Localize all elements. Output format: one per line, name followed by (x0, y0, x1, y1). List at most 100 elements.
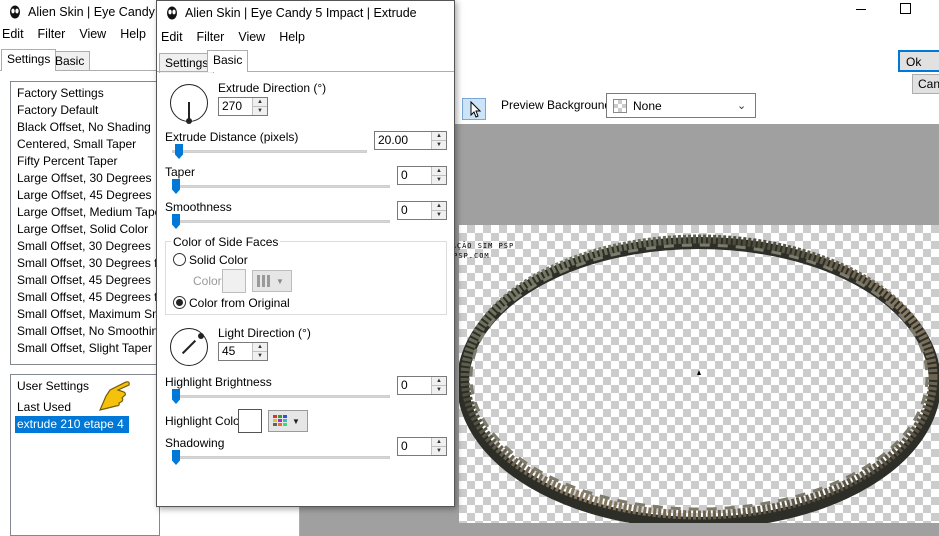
spin-up-icon[interactable]: ▲ (432, 438, 446, 447)
main-title-bar: Alien Skin | Eye Candy 5 I (0, 0, 939, 24)
minimize-button[interactable] (856, 3, 868, 15)
highlight-color-swatch[interactable] (238, 409, 262, 433)
menu-filter[interactable]: Filter (197, 30, 225, 44)
list-item[interactable]: Black Offset, No Shading (11, 119, 159, 136)
spin-up-icon[interactable]: ▲ (253, 343, 267, 352)
menu-help[interactable]: Help (120, 27, 146, 41)
solid-color-radio[interactable] (173, 253, 186, 266)
chevron-down-icon: ⌄ (737, 100, 747, 112)
extrude-direction-input[interactable]: 270 ▲ ▼ (218, 97, 268, 116)
spin-down-icon[interactable]: ▼ (432, 141, 446, 149)
preview-background-label: Preview Background: (501, 98, 615, 112)
list-item[interactable]: Small Offset, Maximum Smoot (11, 306, 159, 323)
taper-label: Taper (165, 165, 196, 179)
shadowing-input[interactable]: 0 ▲ ▼ (397, 437, 447, 456)
list-item-selected[interactable]: extrude 210 etape 4 (15, 416, 129, 433)
extrude-distance-input[interactable]: 20.00 ▲ ▼ (374, 131, 447, 150)
user-settings-list[interactable]: User Settings Last Used extrude 210 etap… (10, 374, 160, 536)
highlight-brightness-value[interactable]: 0 (398, 377, 431, 394)
shadowing-value[interactable]: 0 (398, 438, 431, 455)
highlight-color-palette-button[interactable]: ▼ (268, 410, 308, 432)
preview-background-select[interactable]: None ⌄ (606, 93, 756, 118)
list-item[interactable]: Centered, Small Taper (11, 136, 159, 153)
palette-grid-icon (257, 275, 271, 287)
extrude-distance-value[interactable]: 20.00 (375, 132, 431, 149)
smoothness-slider[interactable] (172, 220, 390, 223)
spin-up-icon[interactable]: ▲ (432, 377, 446, 386)
light-direction-input[interactable]: 45 ▲ ▼ (218, 342, 268, 361)
menu-edit[interactable]: Edit (2, 27, 24, 41)
spin-down-icon[interactable]: ▼ (432, 386, 446, 394)
side-color-swatch[interactable] (222, 269, 246, 293)
menu-filter[interactable]: Filter (38, 27, 66, 41)
list-item[interactable]: Large Offset, 45 Degrees (11, 187, 159, 204)
smoothness-value[interactable]: 0 (398, 202, 431, 219)
cancel-button[interactable]: Canc (912, 74, 939, 94)
list-item[interactable]: Large Offset, Solid Color (11, 221, 159, 238)
list-item[interactable]: Small Offset, No Smoothing (11, 323, 159, 340)
extrude-window-title: Alien Skin | Eye Candy 5 Impact | Extrud… (185, 6, 417, 20)
preview-background-value: None (633, 98, 662, 113)
shadowing-label: Shadowing (165, 436, 225, 450)
pointing-hand-icon (96, 372, 132, 417)
spin-down-icon[interactable]: ▼ (253, 352, 267, 360)
spin-down-icon[interactable]: ▼ (432, 176, 446, 184)
list-item[interactable]: Large Offset, Medium Taper, (11, 204, 159, 221)
list-item[interactable]: Small Offset, 30 Degrees (11, 238, 159, 255)
light-direction-label: Light Direction (°) (218, 326, 311, 340)
list-item[interactable]: Small Offset, 45 Degrees (11, 272, 159, 289)
spin-down-icon[interactable]: ▼ (253, 107, 267, 115)
light-direction-value[interactable]: 45 (219, 343, 252, 360)
highlight-brightness-input[interactable]: 0 ▲ ▼ (397, 376, 447, 395)
main-menu-bar: Edit Filter View Help (2, 27, 160, 41)
list-item[interactable]: Fifty Percent Taper (11, 153, 159, 170)
light-direction-dial[interactable] (170, 328, 208, 366)
factory-settings-header: Factory Settings (17, 86, 104, 100)
extrude-direction-label: Extrude Direction (°) (218, 81, 327, 95)
list-item[interactable]: Small Offset, 30 Degrees from (11, 255, 159, 272)
spin-down-icon[interactable]: ▼ (432, 211, 446, 219)
smoothness-label: Smoothness (165, 200, 232, 214)
spin-up-icon[interactable]: ▲ (432, 202, 446, 211)
chevron-down-icon: ▼ (276, 276, 284, 286)
smoothness-input[interactable]: 0 ▲ ▼ (397, 201, 447, 220)
shadowing-slider[interactable] (172, 456, 390, 459)
color-from-original-label: Color from Original (189, 296, 290, 310)
taper-input[interactable]: 0 ▲ ▼ (397, 166, 447, 185)
main-window-title: Alien Skin | Eye Candy 5 I (28, 5, 173, 19)
extrude-distance-slider[interactable] (172, 150, 367, 153)
extrude-direction-value[interactable]: 270 (219, 98, 252, 115)
highlight-color-label: Highlight Color (165, 414, 244, 428)
user-settings-header: User Settings (17, 379, 90, 393)
menu-edit[interactable]: Edit (161, 30, 183, 44)
extrude-menu-bar: Edit Filter View Help (161, 30, 319, 44)
spin-up-icon[interactable]: ▲ (253, 98, 267, 107)
color-from-original-radio[interactable] (173, 296, 186, 309)
spin-up-icon[interactable]: ▲ (432, 167, 446, 176)
side-color-palette-button[interactable]: ▼ (252, 270, 292, 292)
ok-button[interactable]: Ok (898, 50, 939, 72)
menu-view[interactable]: View (238, 30, 265, 44)
extrude-window: Alien Skin | Eye Candy 5 Impact | Extrud… (156, 0, 455, 507)
taper-value[interactable]: 0 (398, 167, 431, 184)
list-item[interactable]: Small Offset, Slight Taper (11, 340, 159, 357)
menu-view[interactable]: View (79, 27, 106, 41)
taper-slider[interactable] (172, 185, 390, 188)
main-window: Alien Skin | Eye Candy 5 I Edit Filter V… (0, 0, 939, 536)
arrow-tool-button[interactable] (462, 98, 486, 120)
menu-help[interactable]: Help (279, 30, 305, 44)
extrude-direction-dial[interactable] (170, 84, 208, 124)
spin-up-icon[interactable]: ▲ (432, 132, 446, 141)
tab-basic[interactable]: Basic (207, 50, 249, 72)
extruded-ring-preview (459, 234, 939, 523)
list-item[interactable]: Factory Default (11, 102, 159, 119)
maximize-button[interactable] (900, 3, 911, 14)
list-item[interactable]: Last Used (11, 399, 159, 416)
highlight-brightness-label: Highlight Brightness (165, 375, 272, 389)
tab-settings[interactable]: Settings (1, 49, 57, 71)
factory-settings-list[interactable]: Factory Settings Factory Default Black O… (10, 81, 160, 365)
spin-down-icon[interactable]: ▼ (432, 447, 446, 455)
highlight-brightness-slider[interactable] (172, 395, 390, 398)
list-item[interactable]: Large Offset, 30 Degrees (11, 170, 159, 187)
list-item[interactable]: Small Offset, 45 Degrees from (11, 289, 159, 306)
